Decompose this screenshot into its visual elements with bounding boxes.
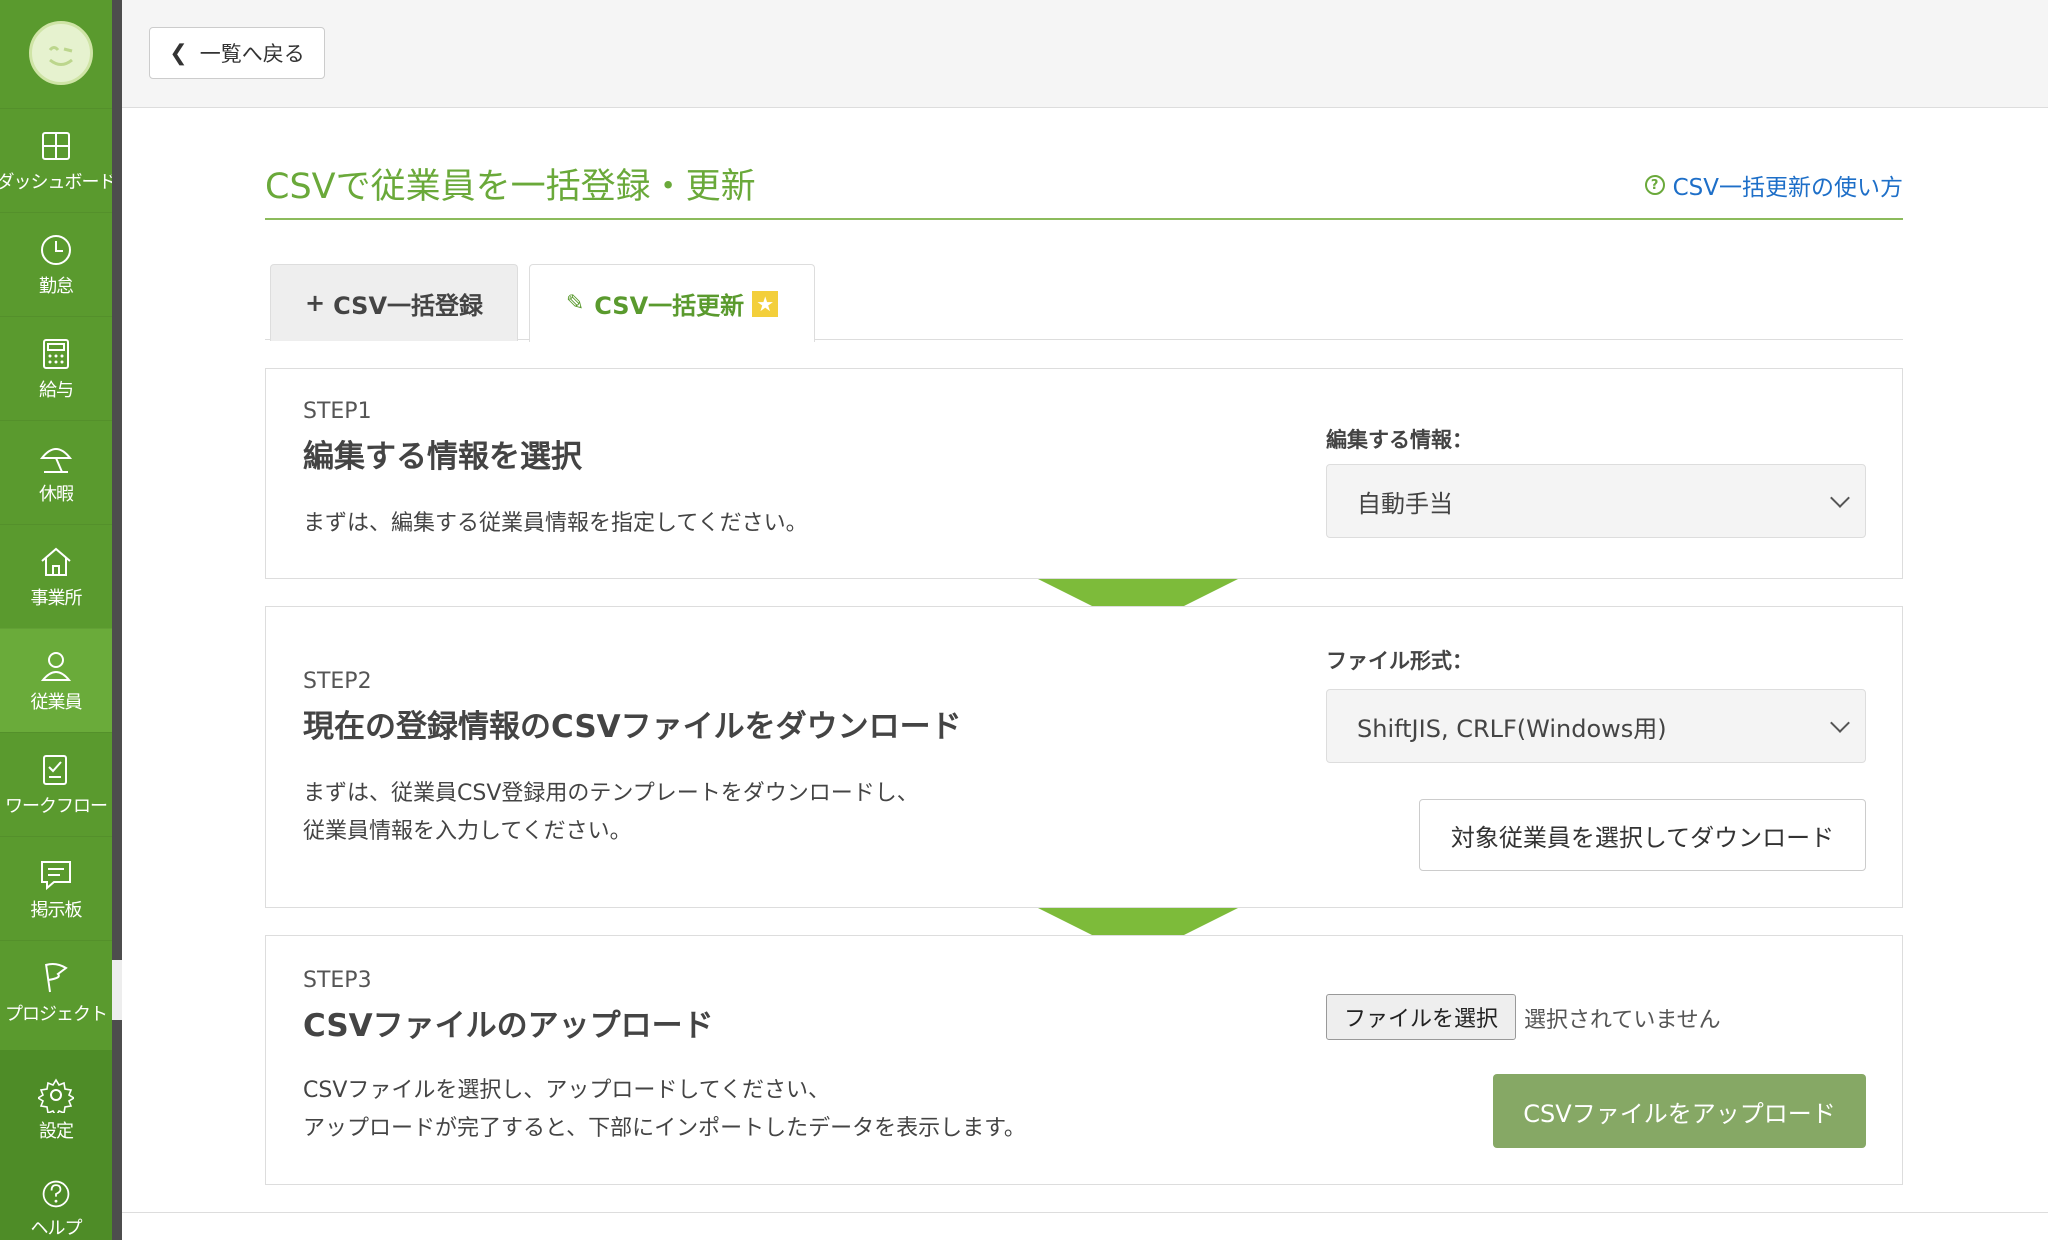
sidebar-item-label: 設定 <box>39 1121 74 1142</box>
sidebar-item-office[interactable]: 事業所 <box>0 524 112 628</box>
tab-bar: + CSV一括登録 ✎ CSV一括更新 ★ <box>265 256 1903 342</box>
edit-info-label: 編集する情報： <box>1326 428 1473 452</box>
sidebar-item-label: 掲示板 <box>30 899 83 921</box>
star-badge-icon: ★ <box>752 290 779 317</box>
tab-label: CSV一括更新 <box>594 292 745 320</box>
sidebar-item-label: 従業員 <box>30 691 83 713</box>
step3-panel: STEP3 CSVファイルのアップロード CSVファイルを選択し、アップロードし… <box>265 935 1903 1185</box>
sidebar-item-workflow[interactable]: ワークフロー <box>0 732 112 836</box>
step2-panel: STEP2 現在の登録情報のCSVファイルをダウンロード まずは、従業員CSV登… <box>265 606 1903 908</box>
title-divider <box>265 218 1903 220</box>
upload-csv-button[interactable]: CSVファイルをアップロード <box>1493 1074 1866 1148</box>
step3-title: CSVファイルのアップロード <box>303 1008 714 1044</box>
step1-number: STEP1 <box>303 399 372 424</box>
sidebar: ダッシュボード 勤怠 給与 休暇 事業所 従業員 ワークフロー 掲示板 プロジェ… <box>0 0 122 1240</box>
tab-csv-update[interactable]: ✎ CSV一括更新 ★ <box>529 264 815 342</box>
main-content: CSVで従業員を一括登録・更新 ? CSV一括更新の使い方 + CSV一括登録 … <box>122 108 2048 1240</box>
message-icon <box>41 860 71 890</box>
sidebar-item-board[interactable]: 掲示板 <box>0 836 112 940</box>
step3-description: CSVファイルを選択し、アップロードしてください、 アップロードが完了すると、下… <box>303 1072 1026 1148</box>
plus-icon: + <box>304 289 326 317</box>
step1-panel: STEP1 編集する情報を選択 まずは、編集する従業員情報を指定してください。 … <box>265 368 1903 579</box>
question-icon: ? <box>1644 175 1665 195</box>
sidebar-item-settings[interactable]: 設定 <box>0 1058 112 1162</box>
file-format-select-value: ShiftJIS, CRLF(Windows用) <box>1357 714 1667 743</box>
sidebar-item-label: 勤怠 <box>39 275 74 297</box>
sidebar-item-label: プロジェクト <box>5 1003 108 1025</box>
sidebar-item-dashboard[interactable]: ダッシュボード <box>0 108 117 212</box>
sidebar-scrollbar[interactable] <box>112 0 122 1240</box>
sidebar-item-employees[interactable]: 従業員 <box>0 628 112 732</box>
sidebar-item-label: ワークフロー <box>5 795 108 817</box>
step2-description: まずは、従業員CSV登録用のテンプレートをダウンロードし、 従業員情報を入力して… <box>303 775 919 851</box>
step2-description-line1: まずは、従業員CSV登録用のテンプレートをダウンロードし、 <box>303 781 919 806</box>
topbar: ❮ 一覧へ戻る <box>122 0 2048 108</box>
step1-title: 編集する情報を選択 <box>303 439 582 475</box>
step3-description-line1: CSVファイルを選択し、アップロードしてください、 <box>303 1078 831 1103</box>
chevron-left-icon: ❮ <box>169 40 188 66</box>
back-to-list-button[interactable]: ❮ 一覧へ戻る <box>149 27 325 79</box>
sidebar-item-project[interactable]: プロジェクト <box>0 940 112 1044</box>
step2-title: 現在の登録情報のCSVファイルをダウンロード <box>303 709 962 745</box>
download-selected-employees-button[interactable]: 対象従業員を選択してダウンロード <box>1419 799 1866 871</box>
edit-info-select-value: 自動手当 <box>1357 489 1453 518</box>
file-format-select[interactable]: ShiftJIS, CRLF(Windows用) <box>1326 689 1866 763</box>
help-link[interactable]: ? CSV一括更新の使い方 <box>1644 168 1903 202</box>
choose-file-button[interactable]: ファイルを選択 <box>1326 994 1516 1040</box>
logo-icon[interactable] <box>29 21 93 85</box>
checklist-icon <box>43 754 67 785</box>
dashboard-icon <box>42 131 70 160</box>
sidebar-item-leave[interactable]: 休暇 <box>0 420 112 524</box>
file-format-label: ファイル形式： <box>1326 649 1473 673</box>
step3-number: STEP3 <box>303 968 372 993</box>
bottom-divider <box>122 1212 2048 1213</box>
sidebar-item-label: 事業所 <box>30 587 83 609</box>
sidebar-scrollbar-track <box>112 960 122 1020</box>
sidebar-item-label: ダッシュボード <box>0 171 117 193</box>
sidebar-item-attendance[interactable]: 勤怠 <box>0 212 112 316</box>
help-icon <box>42 1180 70 1208</box>
edit-info-select[interactable]: 自動手当 <box>1326 464 1866 538</box>
chevron-down-icon <box>1830 713 1850 733</box>
beach-umbrella-icon <box>39 447 73 473</box>
help-link-label: CSV一括更新の使い方 <box>1672 175 1903 201</box>
tab-csv-register[interactable]: + CSV一括登録 <box>270 264 518 341</box>
house-icon <box>41 547 71 576</box>
clock-icon <box>41 234 71 265</box>
page-title: CSVで従業員を一括登録・更新 <box>265 167 756 207</box>
sidebar-item-label: 休暇 <box>39 483 74 505</box>
edit-icon: ✎ <box>565 291 585 316</box>
chevron-down-icon <box>1830 488 1850 508</box>
back-button-label: 一覧へ戻る <box>199 42 305 66</box>
step2-number: STEP2 <box>303 669 372 694</box>
file-status-text: 選択されていません <box>1524 1008 1721 1033</box>
step1-description: まずは、編集する従業員情報を指定してください。 <box>303 511 808 536</box>
calculator-icon <box>43 338 69 369</box>
sidebar-item-help[interactable]: ヘルプ <box>0 1162 112 1240</box>
tab-label: CSV一括登録 <box>333 291 484 320</box>
person-icon <box>40 651 72 681</box>
sidebar-item-label: ヘルプ <box>30 1218 83 1239</box>
gear-icon <box>38 1078 74 1113</box>
sidebar-item-label: 給与 <box>39 379 74 401</box>
step3-description-line2: アップロードが完了すると、下部にインポートしたデータを表示します。 <box>303 1116 1026 1141</box>
step2-description-line2: 従業員情報を入力してください。 <box>303 819 632 844</box>
flag-icon <box>45 962 68 992</box>
sidebar-item-payroll[interactable]: 給与 <box>0 316 112 420</box>
